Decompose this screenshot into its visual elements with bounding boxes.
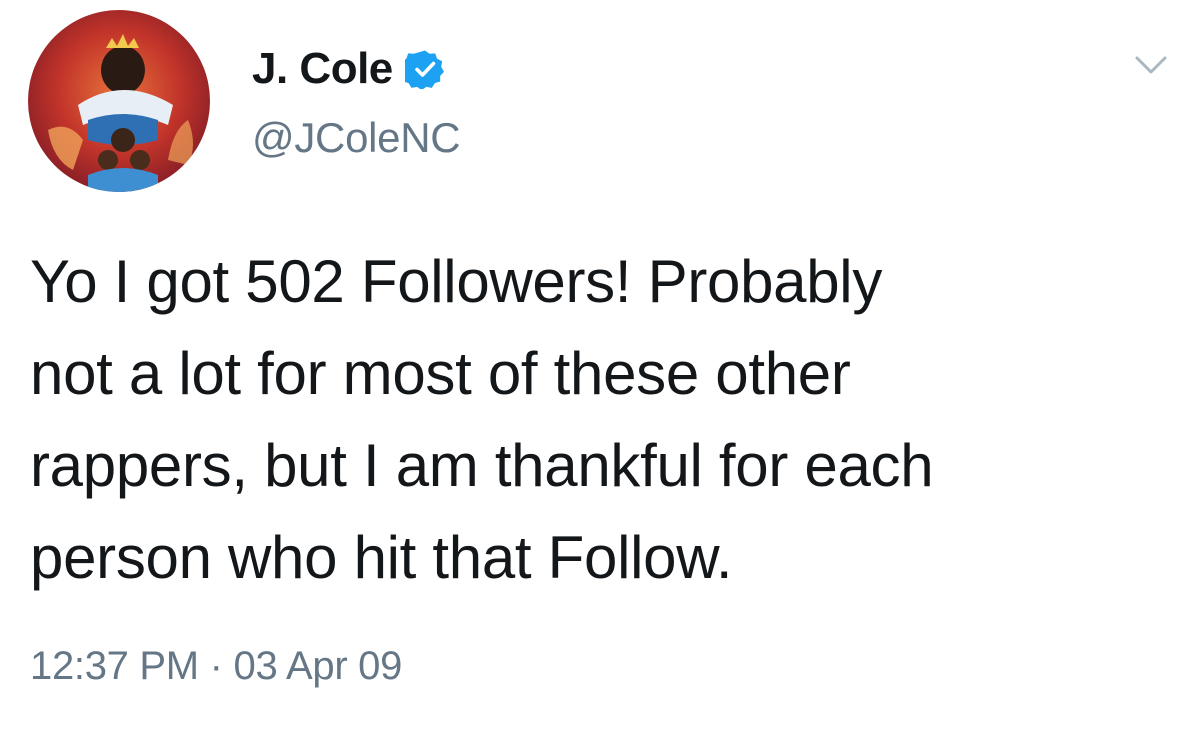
tweet-card: J. Cole @JColeNC Yo I got 502 Followers!… xyxy=(0,0,1200,736)
meta-separator: · xyxy=(209,644,223,688)
tweet-text-line: not a lot for most of these other xyxy=(30,340,851,407)
tweet-text-line: rappers, but I am thankful for each xyxy=(30,432,934,499)
chevron-down-icon[interactable] xyxy=(1134,54,1168,76)
tweet-text-line: Yo I got 502 Followers! Probably xyxy=(30,248,883,315)
tweet-time: 12:37 PM xyxy=(30,644,199,688)
verified-badge-icon xyxy=(399,49,445,91)
display-name[interactable]: J. Cole xyxy=(252,44,393,94)
tweet-date: 03 Apr 09 xyxy=(233,644,403,688)
avatar[interactable] xyxy=(28,10,210,192)
author-name-row: J. Cole xyxy=(252,44,445,94)
user-handle[interactable]: @JColeNC xyxy=(252,114,461,162)
tweet-text: Yo I got 502 Followers! Probably not a l… xyxy=(30,236,1180,604)
tweet-timestamp[interactable]: 12:37 PM · 03 Apr 09 xyxy=(30,644,402,689)
tweet-text-line: person who hit that Follow. xyxy=(30,524,733,591)
